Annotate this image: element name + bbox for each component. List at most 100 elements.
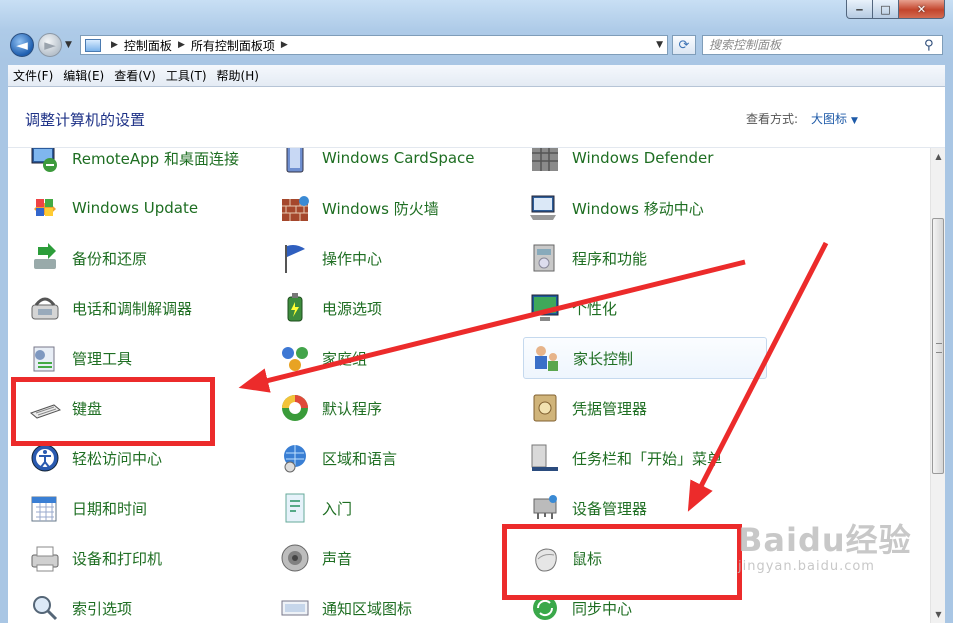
content-pane: 调整计算机的设置 查看方式: 大图标 ▼ RemoteApp 和桌面连接 Windo… [8, 87, 945, 623]
menu-help[interactable]: 帮助(H) [212, 67, 264, 84]
parental-controls-icon [529, 341, 563, 375]
minimize-icon: ‒ [855, 2, 864, 16]
item-credential-manager[interactable]: 凭据管理器 [516, 387, 766, 429]
item-label: RemoteApp 和桌面连接 [72, 149, 239, 168]
breadcrumb-control-panel[interactable]: 控制面板 [124, 37, 172, 54]
item-device-manager[interactable]: 设备管理器 [516, 487, 766, 529]
breadcrumb-all-items[interactable]: 所有控制面板项 [191, 37, 275, 54]
breadcrumb-chevron-icon[interactable]: ▶ [281, 40, 288, 50]
item-power-options[interactable]: 电源选项 [266, 287, 516, 329]
item-label: 电源选项 [322, 299, 383, 318]
item-defender[interactable]: Windows Defender [516, 148, 766, 179]
item-label: 设备和打印机 [72, 549, 163, 568]
recent-pages-dropdown[interactable]: ▼ [65, 40, 72, 50]
maximize-button[interactable]: □ [873, 0, 899, 19]
power-options-icon [278, 291, 312, 325]
back-arrow-icon: ◄ [16, 36, 28, 54]
back-button[interactable]: ◄ [10, 33, 34, 57]
admin-tools-icon [28, 341, 62, 375]
item-label: 默认程序 [322, 399, 383, 418]
item-label: 备份和还原 [72, 249, 148, 268]
item-label: Windows Update [72, 199, 199, 217]
item-taskbar-start-menu[interactable]: 任务栏和「开始」菜单 [516, 437, 766, 479]
item-getting-started[interactable]: 入门 [266, 487, 516, 529]
search-input[interactable] [703, 37, 924, 53]
backup-restore-icon [28, 241, 62, 275]
item-label: Windows 移动中心 [572, 199, 704, 218]
vertical-scrollbar[interactable]: ▲ ▼ [930, 148, 945, 623]
defender-icon [528, 148, 562, 175]
menu-tools[interactable]: 工具(T) [161, 67, 212, 84]
item-programs-features[interactable]: 程序和功能 [516, 237, 766, 279]
breadcrumb-chevron-icon[interactable]: ▶ [178, 40, 185, 50]
item-label: 索引选项 [72, 599, 133, 618]
item-devices-printers[interactable]: 设备和打印机 [16, 537, 266, 579]
item-date-time[interactable]: 日期和时间 [16, 487, 266, 529]
item-indexing-options[interactable]: 索引选项 [16, 587, 266, 623]
item-sound[interactable]: 声音 [266, 537, 516, 579]
control-panel-window: ‒ □ ✕ ◄ ► ▼ ▶ 控制面板 ▶ 所有控制面板项 ▶ ▼ ⟳ ⚲ 文件(… [0, 0, 953, 623]
sound-icon [278, 541, 312, 575]
remote-desktop-icon [28, 148, 62, 175]
control-panel-icon [85, 38, 101, 52]
menu-bar: 文件(F) 编辑(E) 查看(V) 工具(T) 帮助(H) [8, 65, 945, 87]
item-label: 日期和时间 [72, 499, 148, 518]
view-by-dropdown[interactable]: 大图标 ▼ [811, 110, 858, 127]
credential-manager-icon [528, 391, 562, 425]
item-default-programs[interactable]: 默认程序 [266, 387, 516, 429]
phone-modem-icon [28, 291, 62, 325]
close-button[interactable]: ✕ [899, 0, 945, 19]
refresh-button[interactable]: ⟳ [672, 35, 696, 55]
default-programs-icon [278, 391, 312, 425]
item-label: 轻松访问中心 [72, 449, 163, 468]
item-label: Windows 防火墙 [322, 199, 439, 218]
scrollbar-thumb[interactable] [932, 218, 944, 474]
indexing-options-icon [28, 591, 62, 623]
page-title: 调整计算机的设置 [25, 111, 146, 129]
menu-edit[interactable]: 编辑(E) [58, 67, 109, 84]
item-windows-update[interactable]: Windows Update [16, 187, 266, 229]
item-label: 凭据管理器 [572, 399, 648, 418]
address-bar[interactable]: ▶ 控制面板 ▶ 所有控制面板项 ▶ ▼ [80, 35, 668, 55]
item-action-center-flag[interactable]: 操作中心 [266, 237, 516, 279]
item-admin-tools[interactable]: 管理工具 [16, 337, 266, 379]
close-icon: ✕ [916, 2, 927, 16]
refresh-icon: ⟳ [678, 37, 690, 53]
item-label: 任务栏和「开始」菜单 [572, 449, 723, 468]
scroll-up-arrow[interactable]: ▲ [931, 148, 946, 165]
menu-view[interactable]: 查看(V) [109, 67, 161, 84]
address-dropdown-icon[interactable]: ▼ [656, 40, 663, 50]
item-personalization[interactable]: 个性化 [516, 287, 766, 329]
item-firewall[interactable]: Windows 防火墙 [266, 187, 516, 229]
item-label: 入门 [322, 499, 353, 518]
item-label: 家庭组 [322, 349, 368, 368]
scroll-down-arrow[interactable]: ▼ [931, 606, 946, 623]
item-cardspace[interactable]: Windows CardSpace [266, 148, 516, 179]
search-box: ⚲ [702, 35, 943, 55]
forward-button[interactable]: ► [38, 33, 62, 57]
item-homegroup[interactable]: 家庭组 [266, 337, 516, 379]
taskbar-start-menu-icon [528, 441, 562, 475]
item-notification-icons[interactable]: 通知区域图标 [266, 587, 516, 623]
item-label: 区域和语言 [322, 449, 398, 468]
maximize-icon: □ [880, 2, 891, 16]
forward-arrow-icon: ► [44, 36, 56, 54]
item-region-language[interactable]: 区域和语言 [266, 437, 516, 479]
item-backup-restore[interactable]: 备份和还原 [16, 237, 266, 279]
menu-file[interactable]: 文件(F) [8, 67, 58, 84]
ease-of-access-icon [28, 441, 62, 475]
item-phone-modem[interactable]: 电话和调制解调器 [16, 287, 266, 329]
item-mobility-center[interactable]: Windows 移动中心 [516, 187, 766, 229]
firewall-icon [278, 191, 312, 225]
item-parental-controls[interactable]: 家长控制 [523, 337, 767, 379]
personalization-icon [528, 291, 562, 325]
item-remote-desktop[interactable]: RemoteApp 和桌面连接 [16, 148, 266, 179]
minimize-button[interactable]: ‒ [846, 0, 873, 19]
item-label: 设备管理器 [572, 499, 648, 518]
view-by-label: 查看方式: [746, 112, 799, 126]
windows-update-icon [28, 191, 62, 225]
devices-printers-icon [28, 541, 62, 575]
highlight-box-keyboard [11, 377, 215, 446]
breadcrumb-chevron-icon[interactable]: ▶ [111, 40, 118, 50]
search-icon[interactable]: ⚲ [924, 38, 942, 53]
